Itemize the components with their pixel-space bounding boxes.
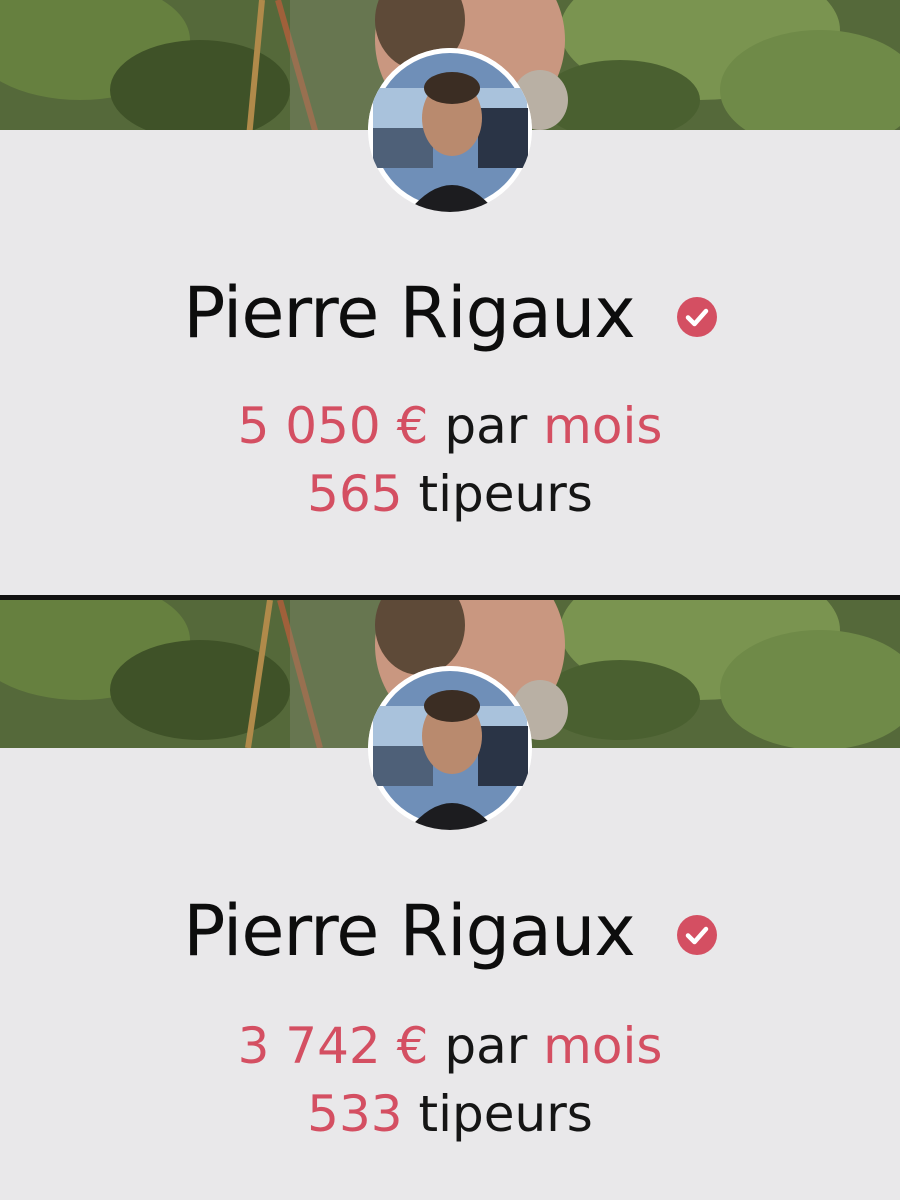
tippers-label: tipeurs xyxy=(418,1085,593,1143)
creator-name: Pierre Rigaux xyxy=(183,890,636,972)
stats: 3 742 € par mois 533 tipeurs xyxy=(0,1012,900,1148)
profile-panel-top: Pierre Rigaux 5 050 € par mois 565 tipeu… xyxy=(0,0,900,596)
monthly-amount-line: 5 050 € par mois xyxy=(0,392,900,460)
tippers-count: 533 xyxy=(307,1085,403,1143)
check-circle-icon xyxy=(676,297,717,337)
monthly-amount: 3 742 € xyxy=(237,1017,429,1075)
avatar xyxy=(368,48,532,212)
tippers-line: 533 tipeurs xyxy=(0,1080,900,1148)
monthly-amount-line: 3 742 € par mois xyxy=(0,1012,900,1080)
name-row: Pierre Rigaux xyxy=(0,890,900,972)
profile-panel-bottom: Pierre Rigaux 3 742 € par mois 533 tipeu… xyxy=(0,600,900,1200)
per-label: par xyxy=(444,397,528,455)
avatar xyxy=(368,666,532,830)
tippers-line: 565 tipeurs xyxy=(0,460,900,528)
period-label: mois xyxy=(543,1017,663,1075)
creator-name: Pierre Rigaux xyxy=(183,272,636,354)
per-label: par xyxy=(444,1017,528,1075)
check-circle-icon xyxy=(676,915,717,955)
tippers-count: 565 xyxy=(307,465,403,523)
name-row: Pierre Rigaux xyxy=(0,272,900,354)
stats: 5 050 € par mois 565 tipeurs xyxy=(0,392,900,528)
tippers-label: tipeurs xyxy=(418,465,593,523)
period-label: mois xyxy=(543,397,663,455)
monthly-amount: 5 050 € xyxy=(237,397,429,455)
